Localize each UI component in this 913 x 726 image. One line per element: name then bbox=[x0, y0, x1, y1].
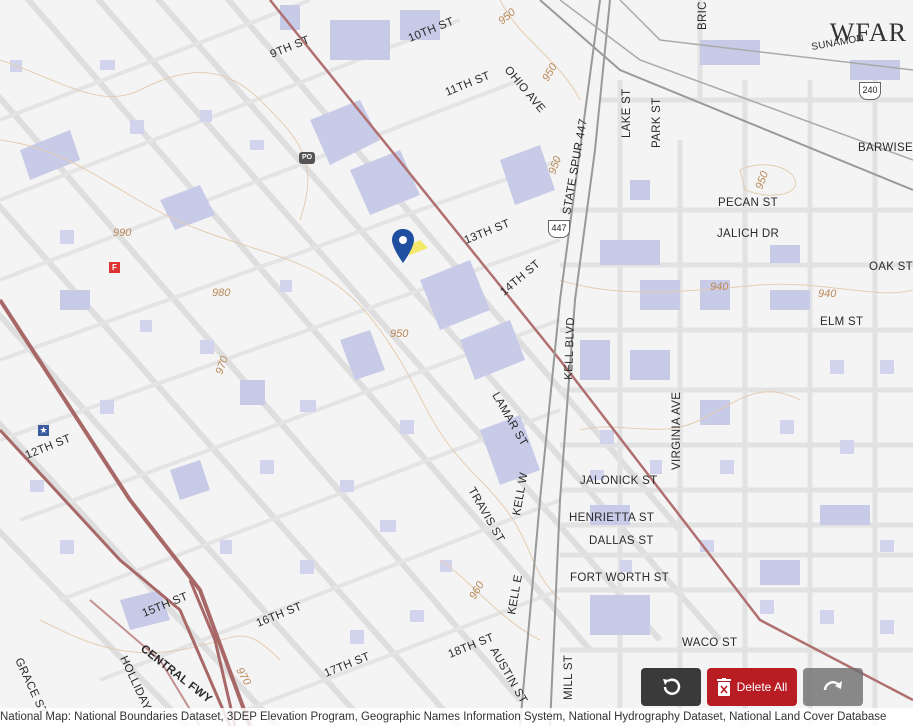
police-station-icon[interactable]: ★ bbox=[38, 425, 49, 436]
elev-940: 940 bbox=[818, 288, 837, 300]
location-pin-icon[interactable] bbox=[392, 229, 414, 268]
label-jalich-dr: JALICH DR bbox=[717, 228, 779, 240]
label-virginia-ave: VIRGINIA AVE bbox=[671, 392, 683, 470]
elev-990: 990 bbox=[113, 227, 132, 239]
map-attribution: National Map: National Boundaries Datase… bbox=[0, 708, 913, 726]
label-henrietta-st: HENRIETTA ST bbox=[569, 512, 654, 524]
elev-980: 980 bbox=[212, 287, 231, 299]
route-447-shield: 447 bbox=[548, 220, 570, 238]
delete-all-button[interactable]: Delete All bbox=[707, 668, 797, 706]
map-canvas[interactable]: 9TH ST 10TH ST 11TH ST 13TH ST 14TH ST 1… bbox=[0, 0, 913, 726]
redo-button[interactable] bbox=[803, 668, 863, 706]
redo-icon bbox=[823, 681, 842, 691]
label-park-st: PARK ST bbox=[651, 98, 663, 148]
elev-940: 940 bbox=[710, 281, 729, 293]
label-waco-st: WACO ST bbox=[682, 637, 737, 649]
label-pecan-st: PECAN ST bbox=[718, 197, 778, 209]
route-240-shield: 240 bbox=[859, 82, 881, 100]
label-jalonick-st: JALONICK ST bbox=[580, 475, 657, 487]
label-elm-st: ELM ST bbox=[820, 316, 863, 328]
label-lake-st: LAKE ST bbox=[621, 89, 633, 138]
draw-toolbar: Delete All bbox=[641, 668, 863, 706]
label-oak-st: OAK ST bbox=[869, 261, 913, 273]
label-bric: BRIC bbox=[697, 1, 709, 30]
label-kell-blvd: KELL BLVD bbox=[563, 317, 577, 380]
post-office-icon[interactable]: PO bbox=[299, 152, 315, 164]
label-barwise: BARWISE bbox=[858, 142, 913, 154]
label-fort-worth-st: FORT WORTH ST bbox=[570, 572, 669, 584]
delete-all-label: Delete All bbox=[736, 680, 788, 694]
undo-button[interactable] bbox=[641, 668, 701, 706]
elev-950: 950 bbox=[390, 328, 409, 340]
trash-icon bbox=[716, 678, 731, 696]
label-dallas-st: DALLAS ST bbox=[589, 535, 654, 547]
undo-icon bbox=[663, 678, 681, 695]
label-mill-st: MILL ST bbox=[563, 655, 575, 700]
fire-station-icon[interactable]: F bbox=[109, 262, 120, 273]
wfar-logo: WFAR bbox=[829, 18, 907, 47]
